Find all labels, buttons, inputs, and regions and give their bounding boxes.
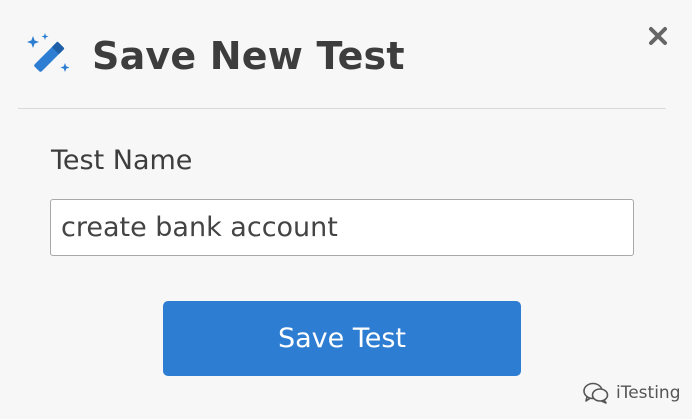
dialog-title: Save New Test <box>92 34 405 78</box>
wechat-icon <box>583 382 609 404</box>
header-divider <box>18 108 666 109</box>
watermark: iTesting <box>582 380 681 406</box>
close-icon[interactable] <box>644 22 672 50</box>
watermark-text: iTesting <box>616 383 681 403</box>
test-name-input[interactable] <box>50 199 634 256</box>
test-name-label: Test Name <box>51 145 193 176</box>
save-test-button[interactable]: Save Test <box>163 301 521 376</box>
magic-wand-icon <box>27 33 70 72</box>
dialog-header: Save New Test <box>0 0 692 110</box>
save-test-dialog: Save New Test Test Name Save Test <box>0 0 692 419</box>
